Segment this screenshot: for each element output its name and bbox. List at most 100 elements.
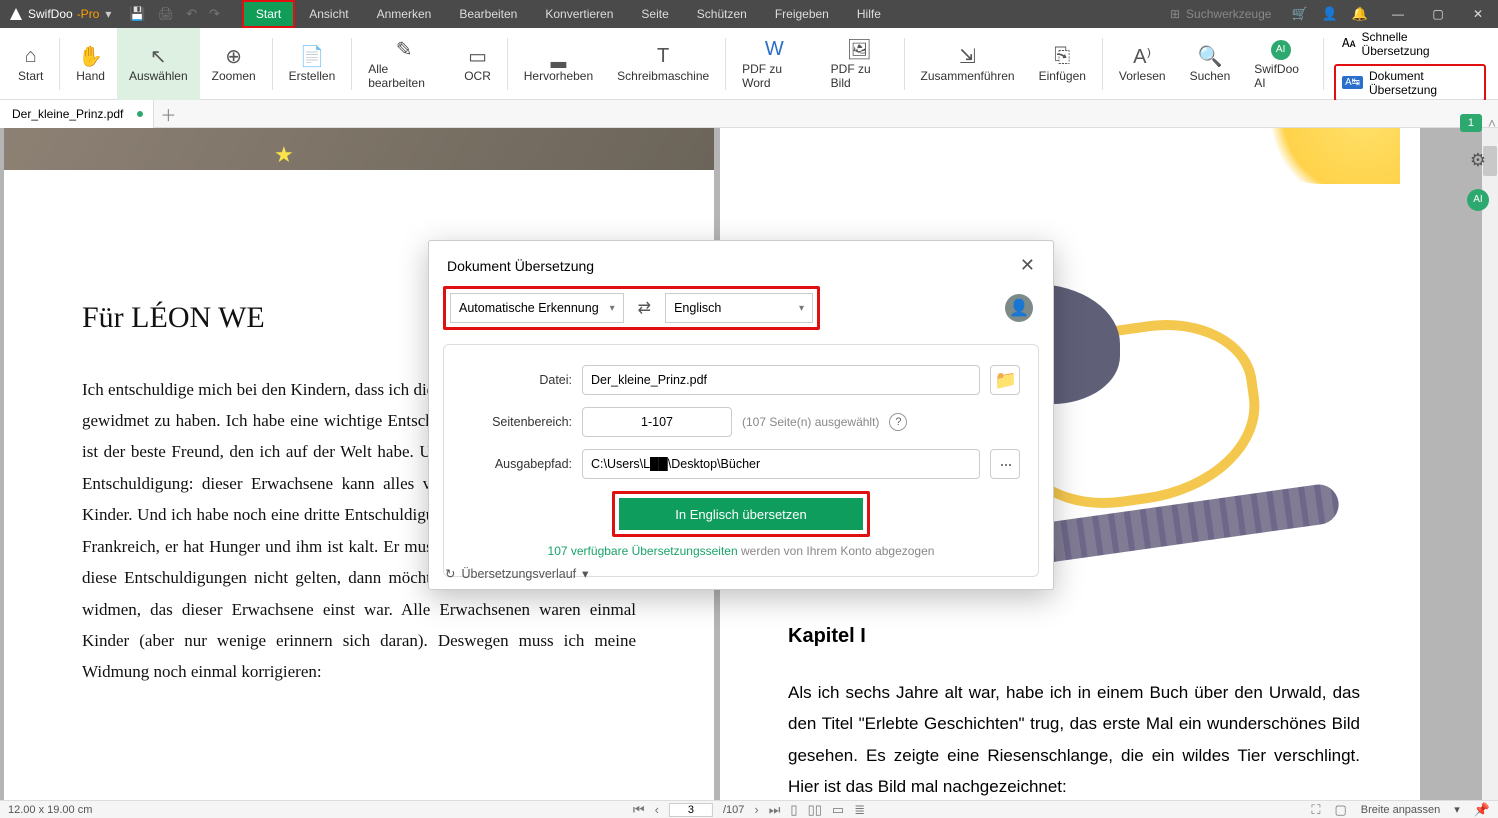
magnifier-icon: 🔍: [1197, 45, 1222, 69]
menu-seite[interactable]: Seite: [627, 0, 682, 28]
prev-page-icon[interactable]: ‹: [655, 802, 659, 817]
quick-translate-button[interactable]: 🗛Schnelle Übersetzung: [1334, 26, 1486, 62]
swap-languages-icon[interactable]: ⇄: [634, 298, 655, 318]
tool-start[interactable]: ⌂Start: [6, 28, 55, 100]
file-input[interactable]: [582, 365, 980, 395]
tool-select[interactable]: ↖Auswählen: [117, 28, 200, 100]
undo-icon[interactable]: ↶: [186, 6, 197, 22]
source-language-select[interactable]: Automatische Erkennung ▾: [450, 293, 624, 323]
help-icon[interactable]: ?: [889, 413, 907, 431]
target-language-value: Englisch: [674, 301, 721, 315]
target-language-select[interactable]: Englisch ▾: [665, 293, 813, 323]
translate-button[interactable]: In Englisch übersetzen: [619, 498, 863, 530]
text-icon: T: [657, 45, 669, 69]
fullscreen-icon[interactable]: ⛶: [1311, 802, 1320, 818]
continuous-icon[interactable]: ≣: [854, 802, 865, 818]
cart-icon[interactable]: 🛒: [1291, 6, 1307, 22]
user-icon[interactable]: 👤: [1322, 6, 1338, 22]
output-path-input[interactable]: [582, 449, 980, 479]
tool-edit-all-label: Alle bearbeiten: [368, 62, 440, 90]
tool-highlight-label: Hervorheben: [524, 69, 593, 83]
bell-icon[interactable]: 🔔: [1352, 6, 1368, 22]
page-count-badge[interactable]: 1: [1460, 114, 1482, 132]
tool-hand[interactable]: ✋Hand: [64, 28, 117, 100]
ribbon: ⌂Start ✋Hand ↖Auswählen ⊕Zoomen 📄Erstell…: [0, 28, 1498, 100]
tool-pdf-image[interactable]: 🖼PDF zu Bild: [819, 28, 900, 100]
tool-edit-all[interactable]: ✎Alle bearbeiten: [356, 28, 452, 100]
tool-read-aloud[interactable]: A⁾Vorlesen: [1107, 28, 1178, 100]
page-dimensions: 12.00 x 19.00 cm: [8, 804, 92, 816]
chevron-down-icon: ▾: [610, 303, 615, 314]
menu-schuetzen[interactable]: Schützen: [683, 0, 761, 28]
menu-freigeben[interactable]: Freigeben: [761, 0, 843, 28]
close-icon[interactable]: ✕: [1020, 255, 1035, 276]
merge-icon: ⇲: [959, 45, 976, 69]
tool-ocr[interactable]: ▭OCR: [452, 28, 503, 100]
tool-highlight[interactable]: ▂Hervorheben: [512, 28, 605, 100]
tool-pdf-word[interactable]: WPDF zu Word: [730, 28, 819, 100]
settings-sliders-icon[interactable]: ⚙: [1470, 150, 1486, 171]
search-tools[interactable]: ⊞ Suchwerkzeuge: [1160, 7, 1281, 21]
chevron-down-icon: ▾: [582, 566, 588, 581]
chevron-down-icon: ▾: [799, 303, 804, 314]
facing-pages-icon[interactable]: ▯▯: [808, 802, 822, 818]
file-plus-icon: 📄: [299, 45, 324, 69]
dialog-title: Dokument Übersetzung: [447, 258, 594, 274]
tool-hand-label: Hand: [76, 69, 105, 83]
print-icon[interactable]: 🖨: [158, 6, 175, 22]
app-logo: SwifDoo-Pro ▾: [0, 6, 119, 22]
menu-hilfe[interactable]: Hilfe: [843, 0, 895, 28]
tool-ai-label: SwifDoo AI: [1254, 62, 1307, 90]
save-icon[interactable]: 💾: [129, 6, 145, 22]
tool-search[interactable]: 🔍Suchen: [1178, 28, 1243, 100]
first-page-icon[interactable]: ⏮: [633, 802, 645, 818]
tool-ai[interactable]: AISwifDoo AI: [1242, 28, 1319, 100]
translation-history-button[interactable]: ↻ Übersetzungsverlauf ▾: [445, 566, 588, 581]
credits-link[interactable]: 107 verfügbare Übersetzungsseiten: [548, 544, 738, 558]
history-label: Übersetzungsverlauf: [461, 567, 576, 581]
menu-anmerken[interactable]: Anmerken: [363, 0, 446, 28]
avatar[interactable]: 👤: [1005, 294, 1033, 322]
zoom-icon: ⊕: [225, 45, 242, 69]
next-page-icon[interactable]: ›: [754, 802, 758, 817]
chevron-down-icon[interactable]: ▾: [1454, 803, 1460, 816]
menu-ansicht[interactable]: Ansicht: [295, 0, 362, 28]
fit-width-label[interactable]: Breite anpassen: [1361, 804, 1441, 816]
browse-file-button[interactable]: 📁: [990, 365, 1020, 395]
page-range-input[interactable]: [582, 407, 732, 437]
more-options-button[interactable]: ···: [990, 449, 1020, 479]
redo-icon[interactable]: ↷: [209, 6, 220, 22]
pin-icon[interactable]: 📌: [1474, 802, 1490, 818]
search-grid-icon: ⊞: [1170, 7, 1180, 21]
tool-typewriter[interactable]: TSchreibmaschine: [605, 28, 721, 100]
vertical-scrollbar[interactable]: [1482, 128, 1498, 800]
tab-document[interactable]: Der_kleine_Prinz.pdf: [0, 100, 154, 128]
translate-doc-icon: A↹: [1342, 76, 1363, 89]
ocr-icon: ▭: [468, 45, 487, 69]
menu-bearbeiten[interactable]: Bearbeiten: [445, 0, 531, 28]
menu-konvertieren[interactable]: Konvertieren: [531, 0, 627, 28]
image-icon: 🖼: [846, 38, 871, 62]
document-translate-button[interactable]: A↹Dokument Übersetzung: [1334, 64, 1486, 102]
title-right-icons: 🛒 👤 🔔: [1281, 6, 1378, 22]
tool-create[interactable]: 📄Erstellen: [277, 28, 348, 100]
menu-start[interactable]: Start: [242, 0, 295, 28]
app-dropdown-icon[interactable]: ▾: [105, 7, 111, 21]
tool-insert[interactable]: ⎘Einfügen: [1027, 28, 1098, 100]
tool-merge[interactable]: ⇲Zusammenführen: [909, 28, 1027, 100]
single-page-icon[interactable]: ▯: [790, 802, 797, 818]
last-page-icon[interactable]: ⏭: [769, 802, 781, 818]
translate-icon: 🗛: [1342, 36, 1356, 51]
ai-side-icon[interactable]: AI: [1467, 189, 1489, 211]
translate-form-panel: Datei: 📁 Seitenbereich: (107 Seite(n) au…: [443, 344, 1039, 577]
new-tab-button[interactable]: ＋: [154, 102, 182, 126]
book-view-icon[interactable]: ▭: [832, 802, 844, 818]
fit-page-icon[interactable]: ▢: [1334, 802, 1346, 818]
credits-text: werden von Ihrem Konto abgezogen: [738, 544, 935, 558]
tool-zoom[interactable]: ⊕Zoomen: [200, 28, 268, 100]
modified-dot-icon: [137, 111, 143, 117]
tool-search-label: Suchen: [1190, 69, 1231, 83]
tool-merge-label: Zusammenführen: [921, 69, 1015, 83]
collapse-panel-icon[interactable]: ˄: [1488, 115, 1496, 131]
current-page-input[interactable]: [669, 803, 713, 817]
